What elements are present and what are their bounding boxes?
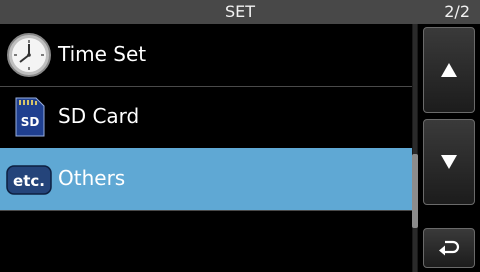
menu-item-label: Others — [58, 166, 126, 190]
title-bar: SET 2/2 — [0, 0, 480, 24]
etc-icon-text: etc. — [13, 172, 45, 190]
menu-item-sd-card[interactable]: SD SD Card — [0, 86, 412, 149]
up-arrow-icon — [441, 63, 457, 77]
sd-card-icon: SD — [6, 94, 52, 140]
menu-item-time-set[interactable]: Time Set — [0, 24, 412, 87]
scroll-up-button[interactable] — [423, 27, 475, 113]
sd-card-icon-text: SD — [21, 115, 40, 129]
down-arrow-icon — [441, 155, 457, 169]
scrollbar[interactable] — [412, 24, 418, 272]
menu-item-label: Time Set — [58, 42, 147, 66]
scrollbar-thumb[interactable] — [412, 154, 418, 228]
return-arrow-icon — [439, 240, 460, 256]
menu-list: Time Set SD SD Card etc. Others — [0, 24, 412, 272]
clock-icon — [6, 32, 52, 78]
page-indicator: 2/2 — [444, 2, 470, 21]
etc-icon: etc. — [6, 156, 52, 202]
scrollbar-track — [413, 24, 417, 272]
menu-item-others[interactable]: etc. Others — [0, 148, 412, 211]
scroll-down-button[interactable] — [423, 119, 475, 205]
screen-title: SET — [224, 2, 256, 21]
back-button[interactable] — [423, 228, 475, 268]
menu-item-label: SD Card — [58, 104, 140, 128]
